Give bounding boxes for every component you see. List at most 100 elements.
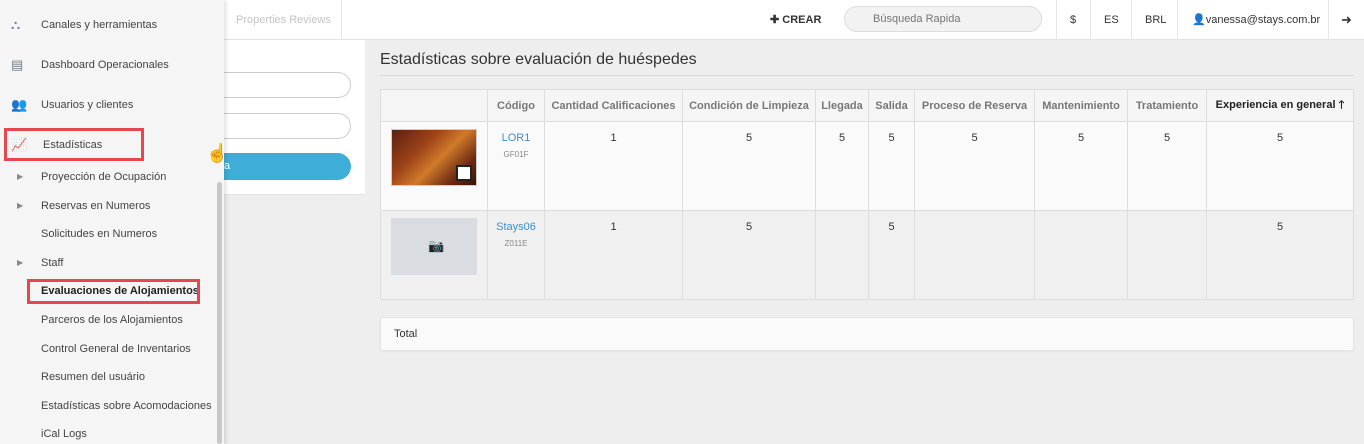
sidebar-item-label: Staff bbox=[41, 257, 64, 269]
col-cantidad[interactable]: Cantidad Calificaciones bbox=[544, 89, 683, 122]
sidebar-item-label: Solicitudes en Numeros bbox=[41, 228, 158, 240]
sidebar-item-label: Parceros de los Alojamientos bbox=[41, 314, 183, 326]
col-llegada[interactable]: Llegada bbox=[815, 89, 869, 122]
filter-button[interactable]: a bbox=[224, 153, 351, 180]
sidebar-item-label: Resumen del usuário bbox=[41, 371, 145, 383]
sidebar-scrollbar[interactable] bbox=[217, 182, 222, 444]
user-email: vanessa@stays.com.br bbox=[1205, 14, 1321, 26]
property-code-link[interactable]: LOR1 bbox=[488, 132, 544, 144]
sidebar-item-label: iCal Logs bbox=[41, 428, 87, 440]
col-tratamiento[interactable]: Tratamiento bbox=[1127, 89, 1207, 122]
qr-code-icon bbox=[456, 165, 472, 181]
cell-proceso bbox=[914, 210, 1035, 300]
caret-right-icon: ▶ bbox=[17, 201, 24, 210]
sidebar-sub-control[interactable]: Control General de Inventarios bbox=[0, 335, 224, 363]
caret-right-icon: ▶ bbox=[17, 258, 24, 267]
total-row: Total bbox=[380, 317, 1354, 351]
cell-experiencia: 5 bbox=[1206, 121, 1354, 211]
sidebar-item-label: Dashboard Operacionales bbox=[41, 59, 169, 71]
col-experiencia-label: Experiencia en general bbox=[1215, 99, 1336, 111]
cell-experiencia: 5 bbox=[1206, 210, 1354, 300]
property-subcode: GF01F bbox=[503, 150, 529, 159]
sidebar-item-label: Reservas en Numeros bbox=[41, 200, 151, 212]
cell-salida: 5 bbox=[868, 210, 915, 300]
language-button[interactable]: ES bbox=[1104, 0, 1119, 40]
currency-symbol-button[interactable]: $ bbox=[1070, 0, 1076, 40]
col-image bbox=[380, 89, 488, 122]
crear-button[interactable]: ✚ CREAR bbox=[770, 0, 821, 40]
cell-llegada: 5 bbox=[815, 121, 869, 211]
row-image-cell bbox=[380, 121, 488, 211]
logout-arrow-icon[interactable]: ➜ bbox=[1341, 0, 1352, 40]
cell-salida: 5 bbox=[868, 121, 915, 211]
col-limpieza[interactable]: Condición de Limpieza bbox=[682, 89, 816, 122]
users-icon: 👥 bbox=[11, 97, 28, 112]
highlight-box bbox=[4, 128, 144, 161]
col-codigo[interactable]: Código bbox=[487, 89, 545, 122]
sidebar-item-label: Usuarios y clientes bbox=[41, 99, 134, 111]
sidebar-sub-resumen[interactable]: Resumen del usuário bbox=[0, 363, 224, 391]
currency-button[interactable]: BRL bbox=[1145, 0, 1166, 40]
dashboard-icon: ▤ bbox=[11, 57, 24, 72]
cell-cantidad: 1 bbox=[544, 210, 683, 300]
sort-up-arrow-icon: 🡑 bbox=[1338, 99, 1345, 111]
camera-icon: 📷 bbox=[428, 238, 445, 253]
sidebar-sub-reservas[interactable]: ▶ Reservas en Numeros bbox=[0, 192, 224, 220]
col-experiencia[interactable]: Experiencia en general 🡑 bbox=[1206, 89, 1354, 122]
properties-reviews-tab[interactable]: Properties Reviews bbox=[224, 0, 342, 40]
cell-mantenimiento bbox=[1034, 210, 1128, 300]
sidebar-item-label: Proyección de Ocupación bbox=[41, 171, 167, 183]
filter-panel: a bbox=[224, 40, 365, 195]
divider bbox=[1177, 0, 1178, 40]
divider bbox=[1131, 0, 1132, 40]
sidebar-item-label: Canales y herramientas bbox=[41, 19, 158, 31]
col-salida[interactable]: Salida bbox=[868, 89, 915, 122]
search-input[interactable] bbox=[844, 6, 1042, 32]
hand-cursor-icon: ☝ bbox=[206, 143, 229, 163]
sidebar-sub-staff[interactable]: ▶ Staff bbox=[0, 249, 224, 277]
crear-label: CREAR bbox=[782, 14, 822, 26]
sidebar-item-label: Control General de Inventarios bbox=[41, 343, 191, 355]
cell-tratamiento: 5 bbox=[1127, 121, 1207, 211]
title-divider bbox=[380, 75, 1354, 76]
table-row: LOR1 GF01F 1 5 5 5 5 5 5 5 bbox=[380, 121, 1354, 211]
cell-mantenimiento: 5 bbox=[1034, 121, 1128, 211]
sitemap-icon: ⛬ bbox=[11, 17, 21, 32]
table-header-row: Código Cantidad Calificaciones Condición… bbox=[380, 89, 1354, 122]
reviews-table: Código Cantidad Calificaciones Condición… bbox=[380, 89, 1354, 300]
page-title: Estadísticas sobre evaluación de huésped… bbox=[380, 51, 697, 68]
sidebar-item-canales[interactable]: ⛬ Canales y herramientas bbox=[0, 5, 224, 45]
property-subcode: Z011E bbox=[504, 239, 528, 248]
property-code-link[interactable]: Stays06 bbox=[488, 221, 544, 233]
highlight-box bbox=[27, 279, 200, 304]
sidebar: ⛬ Canales y herramientas ▤ Dashboard Ope… bbox=[0, 0, 228, 444]
filter-input-1[interactable] bbox=[224, 72, 351, 98]
property-thumbnail[interactable] bbox=[391, 129, 477, 186]
cell-tratamiento bbox=[1127, 210, 1207, 300]
user-icon: 👤 bbox=[1192, 14, 1206, 26]
sidebar-sub-acomodaciones[interactable]: Estadísticas sobre Acomodaciones bbox=[0, 392, 224, 420]
sidebar-item-label: Estadísticas sobre Acomodaciones bbox=[41, 400, 212, 412]
table-row: 📷 Stays06 Z011E 1 5 5 5 bbox=[380, 210, 1354, 300]
row-image-cell: 📷 bbox=[380, 210, 488, 300]
cell-cantidad: 1 bbox=[544, 121, 683, 211]
sidebar-sub-ical[interactable]: iCal Logs bbox=[0, 420, 224, 444]
sidebar-sub-proyeccion[interactable]: ▶ Proyección de Ocupación bbox=[0, 163, 224, 191]
code-cell: Stays06 Z011E bbox=[487, 210, 545, 300]
col-proceso[interactable]: Proceso de Reserva bbox=[914, 89, 1035, 122]
divider bbox=[1056, 0, 1057, 40]
property-thumbnail-placeholder[interactable]: 📷 bbox=[391, 218, 477, 275]
col-mantenimiento[interactable]: Mantenimiento bbox=[1034, 89, 1128, 122]
filter-input-2[interactable] bbox=[224, 113, 351, 139]
plus-icon: ✚ bbox=[770, 14, 783, 26]
divider bbox=[1090, 0, 1091, 40]
sidebar-item-usuarios[interactable]: 👥 Usuarios y clientes bbox=[0, 85, 224, 125]
divider bbox=[1328, 0, 1329, 40]
cell-limpieza: 5 bbox=[682, 210, 816, 300]
cell-proceso: 5 bbox=[914, 121, 1035, 211]
sidebar-sub-solicitudes[interactable]: Solicitudes en Numeros bbox=[0, 220, 224, 248]
sidebar-sub-parceros[interactable]: Parceros de los Alojamientos bbox=[0, 306, 224, 334]
sidebar-item-dashboard[interactable]: ▤ Dashboard Operacionales bbox=[0, 45, 224, 85]
user-menu[interactable]: 👤vanessa@stays.com.br bbox=[1192, 0, 1320, 40]
cell-limpieza: 5 bbox=[682, 121, 816, 211]
